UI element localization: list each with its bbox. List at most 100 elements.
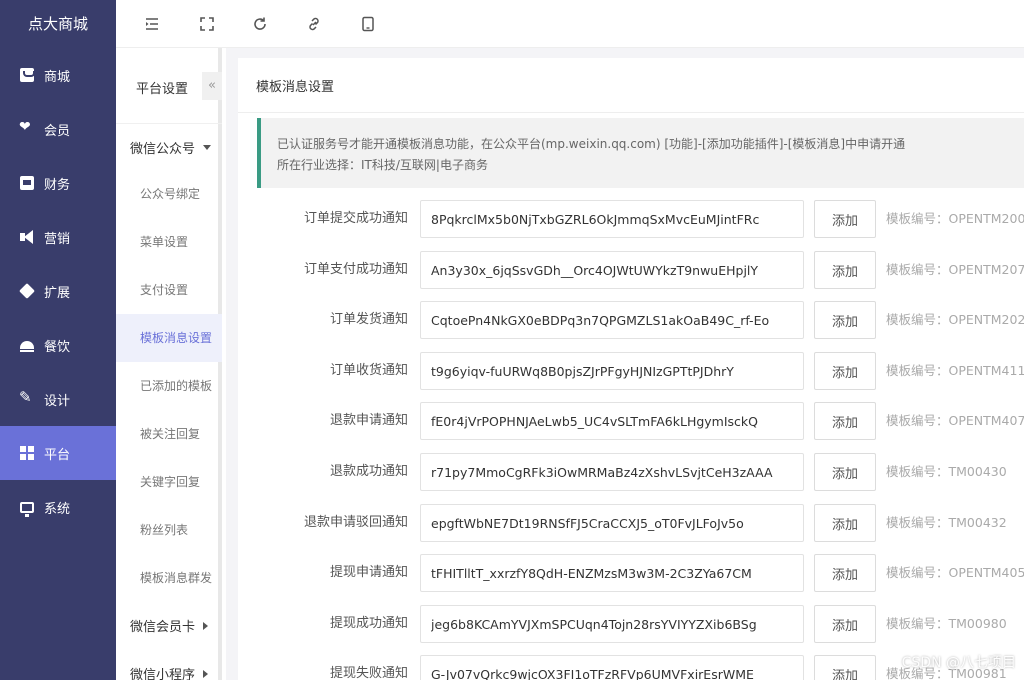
template-code: 模板编号：OPENTM2074 <box>886 262 1024 277</box>
nav-item-label: 扩展 <box>44 285 71 301</box>
link-icon[interactable] <box>306 16 322 32</box>
add-template-button[interactable]: 添加 <box>814 402 876 440</box>
top-toolbar <box>116 0 1024 48</box>
nav-item-finance[interactable]: 财务 <box>0 156 116 210</box>
add-template-button[interactable]: 添加 <box>814 655 876 680</box>
wallet-icon <box>20 176 34 190</box>
fullscreen-icon[interactable] <box>199 16 215 32</box>
template-row: 提现成功通知 添加模板编号：TM00980 <box>238 605 1024 643</box>
subnav-item-payment-settings[interactable]: 支付设置 <box>116 266 222 314</box>
template-code: 模板编号：OPENTM2007 <box>886 211 1024 226</box>
settings-panel: 模板消息设置 已认证服务号才能开通模板消息功能，在公众平台(mp.weixin.… <box>238 58 1024 680</box>
add-template-button[interactable]: 添加 <box>814 352 876 390</box>
group-wechat-official[interactable]: 微信公众号 <box>130 138 212 157</box>
nav-item-label: 设计 <box>44 393 71 409</box>
group-label: 微信公众号 <box>130 142 196 157</box>
monitor-icon <box>20 501 34 517</box>
nav-item-label: 营销 <box>44 231 71 247</box>
subnav-item-menu-settings[interactable]: 菜单设置 <box>116 218 222 266</box>
subnav-item-account-binding[interactable]: 公众号绑定 <box>116 170 222 218</box>
nav-item-dining[interactable]: 餐饮 <box>0 318 116 372</box>
template-id-input[interactable] <box>420 402 804 440</box>
nav-item-label: 财务 <box>44 177 71 193</box>
heart-icon <box>19 119 34 136</box>
template-label: 订单发货通知 <box>329 312 408 327</box>
template-row: 退款申请通知 添加模板编号：OPENTM4072 <box>238 402 1024 440</box>
template-code: 模板编号：OPENTM4111 <box>886 363 1024 378</box>
template-id-input[interactable] <box>420 200 804 238</box>
nav-item-marketing[interactable]: 营销 <box>0 210 116 264</box>
template-row: 订单支付成功通知 添加模板编号：OPENTM2074 <box>238 251 1024 289</box>
subnav-item-follow-reply[interactable]: 被关注回复 <box>116 410 222 458</box>
refresh-icon[interactable] <box>252 16 268 32</box>
group-wechat-membership-card[interactable]: 微信会员卡 <box>130 616 209 635</box>
group-label: 微信会员卡 <box>130 620 196 635</box>
template-code: 模板编号：OPENTM2022 <box>886 312 1024 327</box>
sub-sidebar-title: 平台设置 <box>136 82 189 97</box>
template-id-input[interactable] <box>420 554 804 592</box>
template-code: 模板编号：OPENTM4054 <box>886 565 1024 580</box>
nav-item-design[interactable]: 设计 <box>0 372 116 426</box>
page-title: 模板消息设置 <box>256 80 335 95</box>
subnav-item-added-templates[interactable]: 已添加的模板 <box>116 362 222 410</box>
menu-toggle-icon[interactable] <box>144 16 160 32</box>
add-template-button[interactable]: 添加 <box>814 251 876 289</box>
template-id-input[interactable] <box>420 251 804 289</box>
add-template-button[interactable]: 添加 <box>814 453 876 491</box>
nav-item-platform[interactable]: 平台 <box>0 426 116 480</box>
group-wechat-mini-program[interactable]: 微信小程序 <box>130 664 209 680</box>
notice-line: 已认证服务号才能开通模板消息功能，在公众平台(mp.weixin.qq.com)… <box>277 137 906 151</box>
template-label: 提现申请通知 <box>329 565 408 580</box>
sub-sidebar-header: 平台设置 « <box>116 48 222 124</box>
template-id-input[interactable] <box>420 605 804 643</box>
add-template-button[interactable]: 添加 <box>814 504 876 542</box>
nav-item-label: 系统 <box>44 501 71 517</box>
template-id-input[interactable] <box>420 655 804 680</box>
template-id-input[interactable] <box>420 504 804 542</box>
shop-icon <box>20 68 35 82</box>
template-label: 提现成功通知 <box>329 616 408 631</box>
nav-item-label: 会员 <box>44 123 71 139</box>
template-label: 订单支付成功通知 <box>303 262 408 277</box>
subnav-item-keyword-reply[interactable]: 关键字回复 <box>116 458 222 506</box>
template-code: 模板编号：TM00432 <box>886 515 1007 530</box>
collapse-sidebar-button[interactable]: « <box>202 72 222 100</box>
nav-item-label: 平台 <box>44 447 71 463</box>
template-label: 订单提交成功通知 <box>303 211 408 226</box>
subnav-item-template-broadcast[interactable]: 模板消息群发 <box>116 554 222 602</box>
template-row: 提现申请通知 添加模板编号：OPENTM4054 <box>238 554 1024 592</box>
sub-sidebar: 平台设置 « 微信公众号 公众号绑定 菜单设置 支付设置 模板消息设置 已添加的… <box>116 48 222 680</box>
template-label: 退款成功通知 <box>329 464 408 479</box>
cube-icon <box>19 283 35 299</box>
subnav-item-template-settings[interactable]: 模板消息设置 <box>116 314 222 362</box>
caret-down-icon <box>203 145 212 150</box>
caret-right-icon <box>203 669 209 678</box>
nav-item-system[interactable]: 系统 <box>0 480 116 534</box>
group-label: 微信小程序 <box>130 668 196 680</box>
template-code: 模板编号：OPENTM4072 <box>886 413 1024 428</box>
caret-right-icon <box>203 621 209 630</box>
notice-box: 已认证服务号才能开通模板消息功能，在公众平台(mp.weixin.qq.com)… <box>257 118 1024 188</box>
template-id-input[interactable] <box>420 453 804 491</box>
nav-item-label: 餐饮 <box>44 339 71 355</box>
brand-logo: 点大商城 <box>27 15 88 33</box>
add-template-button[interactable]: 添加 <box>814 605 876 643</box>
nav-item-shop[interactable]: 商城 <box>0 48 116 102</box>
nav-item-extend[interactable]: 扩展 <box>0 264 116 318</box>
grid-icon <box>20 446 34 460</box>
template-row: 退款申请驳回通知 添加模板编号：TM00432 <box>238 504 1024 542</box>
add-template-button[interactable]: 添加 <box>814 301 876 339</box>
tablet-icon[interactable] <box>360 16 376 32</box>
main-sidebar: 点大商城 商城 会员 财务 营销 扩展 餐饮 设计 平台 系统 <box>0 0 116 680</box>
watermark: CSDN @八七项目 <box>901 655 1016 671</box>
template-id-input[interactable] <box>420 352 804 390</box>
add-template-button[interactable]: 添加 <box>814 554 876 592</box>
template-row: 订单收货通知 添加模板编号：OPENTM4111 <box>238 352 1024 390</box>
divider <box>238 112 1024 113</box>
template-id-input[interactable] <box>420 301 804 339</box>
template-label: 提现失败通知 <box>329 666 408 680</box>
add-template-button[interactable]: 添加 <box>814 200 876 238</box>
nav-item-label: 商城 <box>44 69 71 85</box>
nav-item-member[interactable]: 会员 <box>0 102 116 156</box>
subnav-item-fans-list[interactable]: 粉丝列表 <box>116 506 222 554</box>
